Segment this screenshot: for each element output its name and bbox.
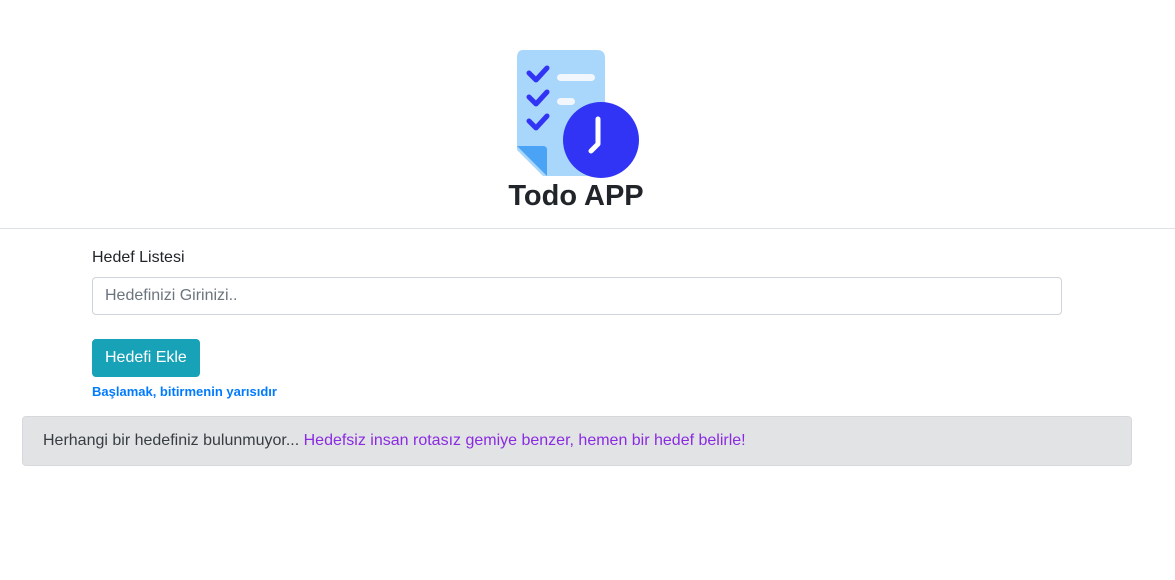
add-goal-button[interactable]: Hedefi Ekle	[92, 339, 200, 377]
goal-input[interactable]	[92, 277, 1062, 315]
app-title: Todo APP	[508, 180, 644, 212]
motto-text: Başlamak, bitirmenin yarısıdır	[92, 384, 277, 399]
goal-form: Hedef Listesi Hedefi Ekle Başlamak, biti…	[92, 248, 1062, 399]
app-header: Todo APP	[0, 0, 1175, 229]
alert-highlight: Hedefsiz insan rotasız gemiye benzer, he…	[303, 432, 746, 449]
checklist-clock-icon	[517, 50, 639, 178]
empty-goals-alert: Herhangi bir hedefiniz bulunmuyor... Hed…	[22, 416, 1132, 466]
alert-message: Herhangi bir hedefiniz bulunmuyor...	[43, 432, 300, 449]
goal-list-label: Hedef Listesi	[92, 249, 185, 266]
